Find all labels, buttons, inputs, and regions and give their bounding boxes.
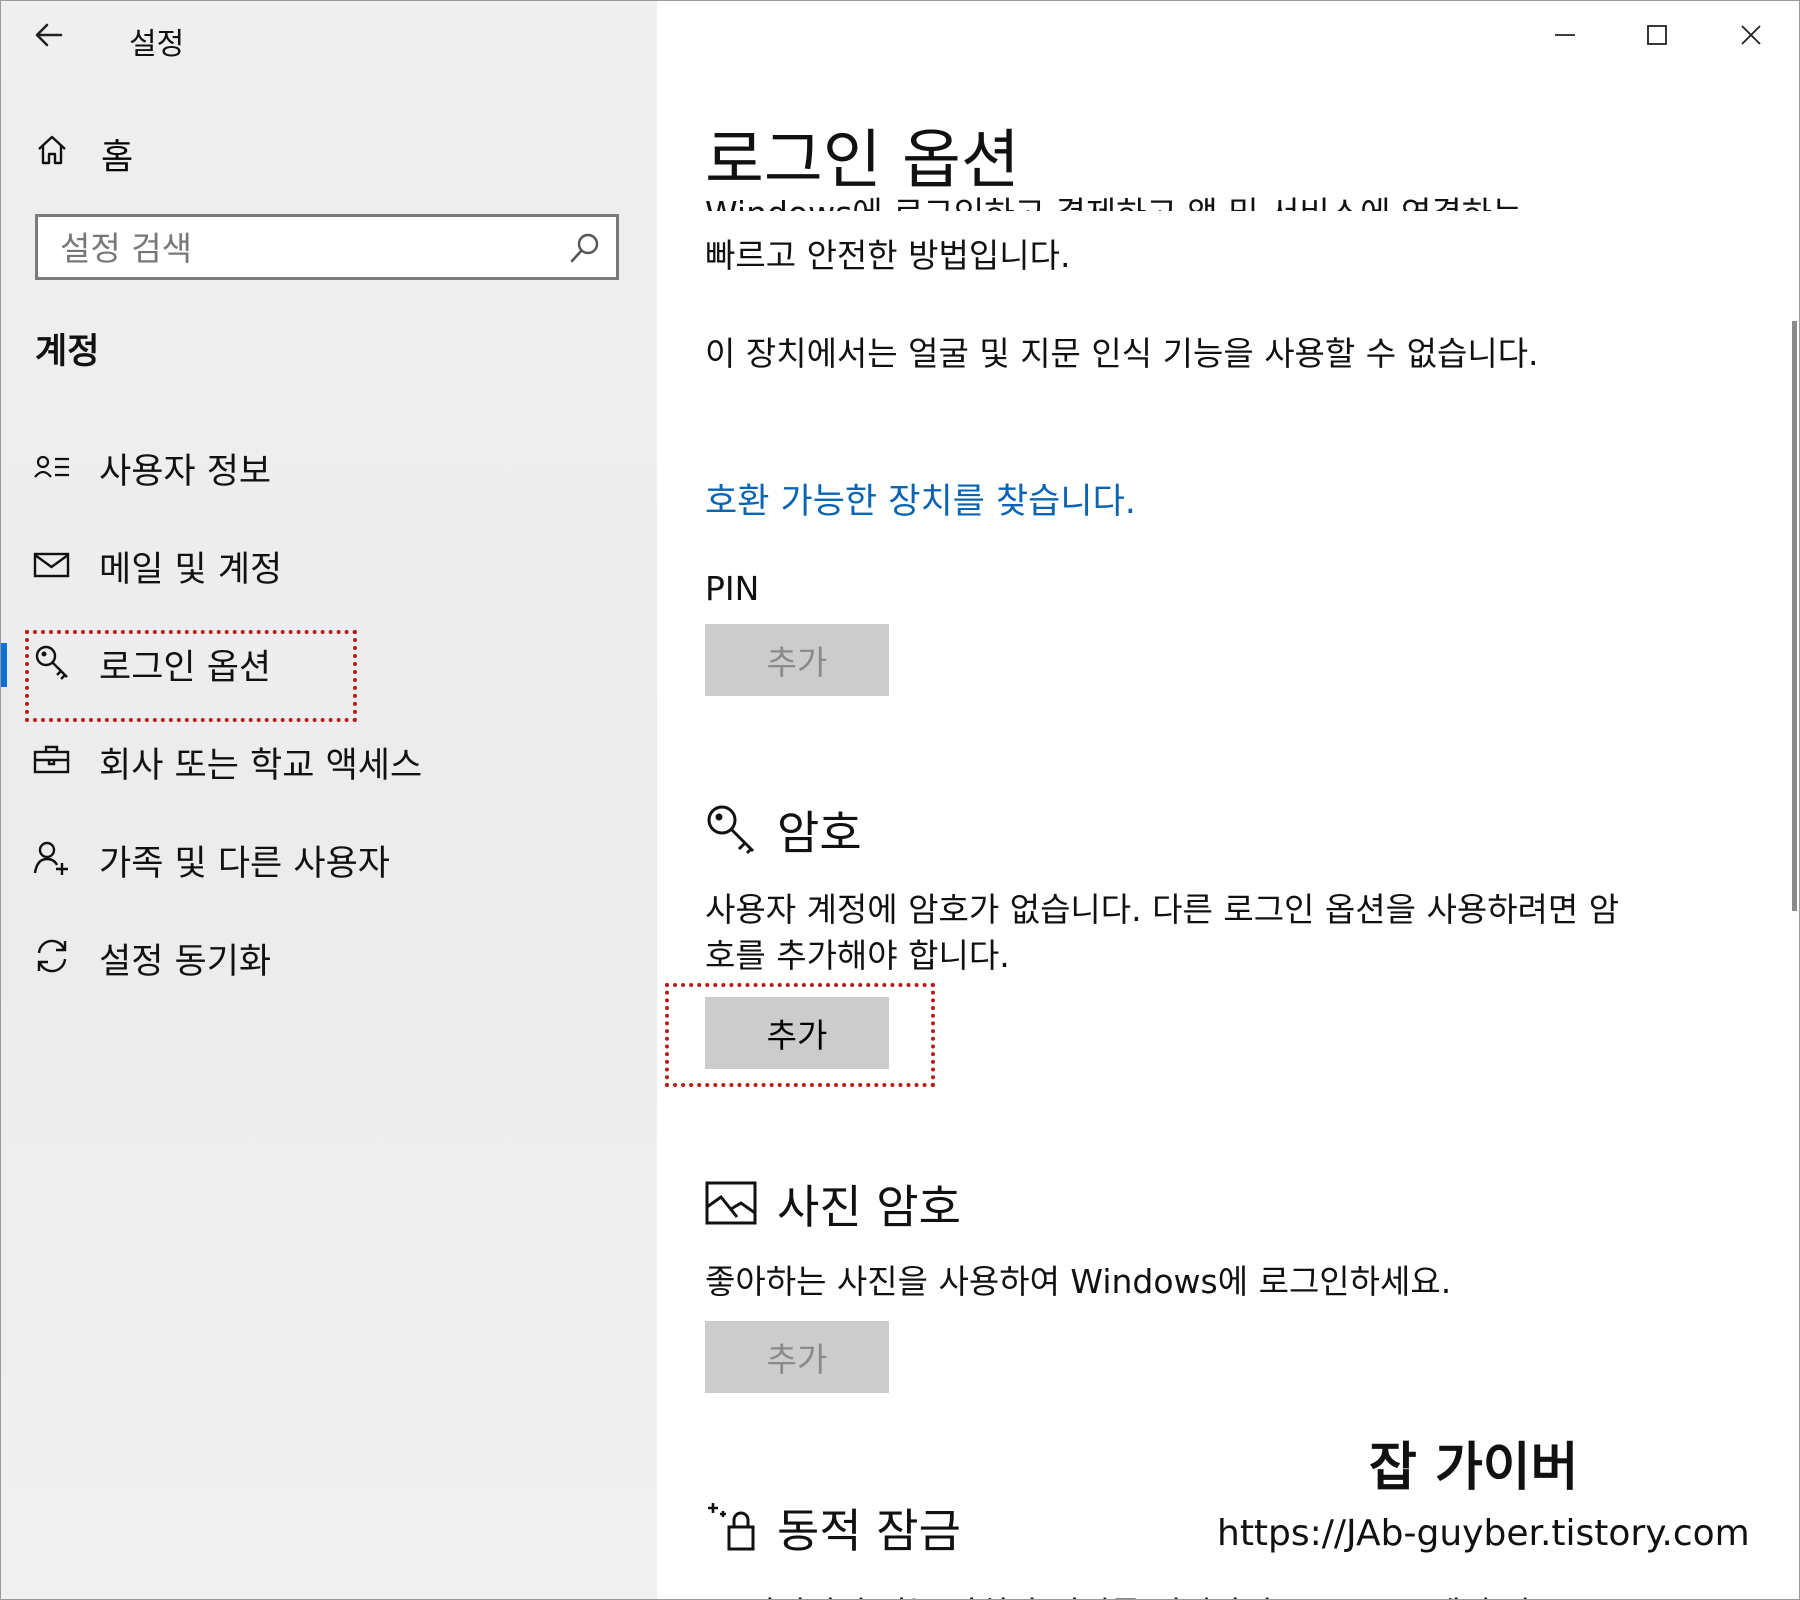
section-title: 계정 xyxy=(35,332,100,372)
search-icon[interactable] xyxy=(568,231,602,265)
user-info-icon xyxy=(34,455,69,478)
sidebar-item-user-info[interactable]: 사용자 정보 xyxy=(1,425,657,505)
search-input[interactable] xyxy=(58,225,542,271)
sidebar-item-family-users[interactable]: 가족 및 다른 사용자 xyxy=(1,817,657,897)
biometrics-unavailable-text: 이 장치에서는 얼굴 및 지문 인식 기능을 사용할 수 없습니다. xyxy=(705,334,1539,373)
sidebar: 설정 홈 계정 사용자 정보 xyxy=(1,1,657,1599)
key-icon xyxy=(707,805,755,855)
sidebar-item-label: 메일 및 계정 xyxy=(99,550,283,590)
page-title: 로그인 옵션 xyxy=(705,124,1020,198)
watermark-url: https://JAb-guyber.tistory.com xyxy=(1217,1513,1750,1554)
dynamic-lock-icon xyxy=(708,1503,755,1551)
hello-description: 빠르고 안전한 방법입니다. xyxy=(705,236,1071,275)
sidebar-item-sync-settings[interactable]: 설정 동기화 xyxy=(1,915,657,995)
sidebar-item-work-school[interactable]: 회사 또는 학교 액세스 xyxy=(1,719,657,799)
main-content: 로그인 옵션 Windows에 로그인하고 결제하고 앱 및 서비스에 연결하는… xyxy=(657,1,1799,1599)
back-button[interactable] xyxy=(33,17,65,53)
find-compatible-devices-link[interactable]: 호환 가능한 장치를 찾습니다. xyxy=(705,473,1136,524)
sidebar-item-label: 사용자 정보 xyxy=(99,452,272,492)
sidebar-item-mail-accounts[interactable]: 메일 및 계정 xyxy=(1,523,657,603)
dynamic-lock-description-cutoff: 연결되어 있는 장치가 범위를 벗어나면 Windows에서 잠 xyxy=(745,1587,1645,1599)
settings-window: 설정 홈 계정 사용자 정보 xyxy=(0,0,1800,1600)
sidebar-item-label: 회사 또는 학교 액세스 xyxy=(99,746,423,786)
pin-label: PIN xyxy=(705,569,760,608)
sidebar-item-label: 설정 동기화 xyxy=(99,942,272,982)
highlight-box-password-add xyxy=(665,983,935,1087)
sync-icon xyxy=(37,939,67,973)
password-description: 사용자 계정에 암호가 없습니다. 다른 로그인 옵션을 사용하려면 암호를 추… xyxy=(705,890,1620,975)
home-icon xyxy=(38,135,66,165)
add-person-icon xyxy=(33,841,68,875)
scrollbar[interactable] xyxy=(1792,321,1797,911)
app-title: 설정 xyxy=(129,27,185,62)
picture-password-add-button[interactable]: 추가 xyxy=(705,1321,889,1393)
back-arrow-icon xyxy=(35,23,63,47)
hello-description-cutoff: Windows에 로그인하고 결제하고 앱 및 서비스에 연결하는 xyxy=(705,191,1625,211)
sidebar-item-label: 가족 및 다른 사용자 xyxy=(99,844,390,884)
highlight-box-sign-in-options xyxy=(25,630,357,722)
search-box[interactable] xyxy=(35,214,619,280)
picture-password-description: 좋아하는 사진을 사용하여 Windows에 로그인하세요. xyxy=(705,1262,1452,1301)
briefcase-icon xyxy=(33,745,70,774)
picture-icon xyxy=(705,1181,757,1225)
selected-indicator xyxy=(1,643,7,687)
pin-add-button[interactable]: 추가 xyxy=(705,624,889,696)
sidebar-item-label: 홈 xyxy=(101,138,134,178)
watermark-name: 잡 가이버 xyxy=(1369,1438,1579,1498)
mail-icon xyxy=(33,552,70,578)
